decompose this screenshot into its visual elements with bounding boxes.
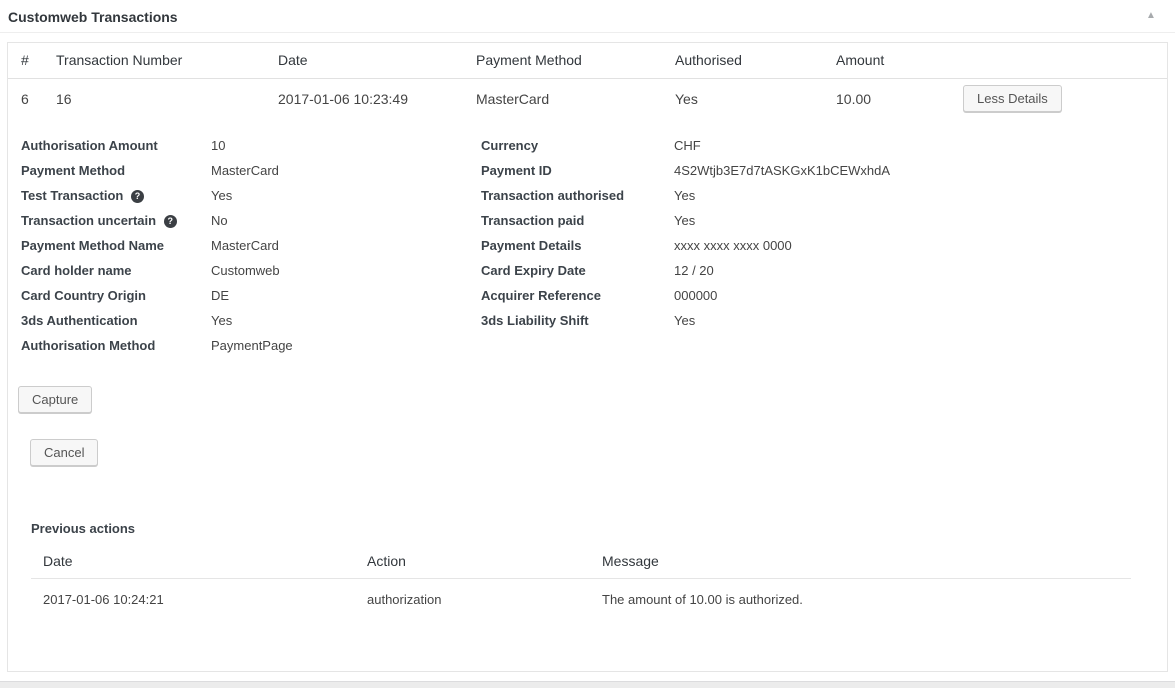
detail-value: PaymentPage bbox=[211, 336, 481, 356]
panel-body: # Transaction Number Date Payment Method… bbox=[0, 33, 1175, 672]
cell-payment-method: MasterCard bbox=[476, 78, 675, 119]
detail-label: Authorisation Amount bbox=[21, 136, 211, 156]
cell-date: 2017-01-06 10:23:49 bbox=[278, 78, 476, 119]
detail-value: Yes bbox=[211, 311, 481, 331]
detail-value: Customweb bbox=[211, 261, 481, 281]
detail-row: Authorisation Method PaymentPage bbox=[21, 336, 1167, 356]
previous-actions-table: Date Action Message 2017-01-06 10:24:21 … bbox=[31, 553, 1131, 607]
page-background-strip bbox=[0, 681, 1175, 688]
cell-transaction-number: 16 bbox=[56, 78, 278, 119]
capture-button-row: Capture bbox=[8, 386, 1167, 413]
prev-cell-action: authorization bbox=[367, 579, 602, 608]
detail-value: No bbox=[211, 211, 481, 231]
cell-amount: 10.00 bbox=[836, 78, 963, 119]
detail-label: Transaction authorised bbox=[481, 186, 674, 206]
detail-row: 3ds Authentication Yes 3ds Liability Shi… bbox=[21, 311, 1167, 331]
col-header-authorised: Authorised bbox=[675, 43, 836, 78]
detail-row: Card Country Origin DE Acquirer Referenc… bbox=[21, 286, 1167, 306]
detail-label: Acquirer Reference bbox=[481, 286, 674, 306]
cell-authorised: Yes bbox=[675, 78, 836, 119]
prev-cell-message: The amount of 10.00 is authorized. bbox=[602, 579, 1131, 608]
transactions-box: # Transaction Number Date Payment Method… bbox=[7, 42, 1168, 672]
detail-label: Transaction paid bbox=[481, 211, 674, 231]
previous-action-row: 2017-01-06 10:24:21 authorization The am… bbox=[31, 579, 1131, 608]
detail-label: Payment Details bbox=[481, 236, 674, 256]
col-header-transaction-number: Transaction Number bbox=[56, 43, 278, 78]
cancel-button-row: Cancel bbox=[8, 439, 1167, 466]
detail-label: Payment Method bbox=[21, 161, 211, 181]
previous-actions-header-row: Date Action Message bbox=[31, 553, 1131, 579]
detail-label: Payment Method Name bbox=[21, 236, 211, 256]
detail-label: Payment ID bbox=[481, 161, 674, 181]
col-header-index: # bbox=[8, 43, 56, 78]
detail-row: Payment Method Name MasterCard Payment D… bbox=[21, 236, 1167, 256]
prev-col-header-action: Action bbox=[367, 553, 602, 579]
detail-value: 12 / 20 bbox=[674, 261, 914, 281]
panel-title: Customweb Transactions bbox=[8, 9, 178, 25]
detail-label: Transaction uncertain ? bbox=[21, 211, 211, 231]
help-icon[interactable]: ? bbox=[131, 190, 144, 203]
col-header-amount: Amount bbox=[836, 43, 963, 78]
capture-button[interactable]: Capture bbox=[18, 386, 92, 413]
detail-row: Transaction uncertain ? No Transaction p… bbox=[21, 211, 1167, 231]
prev-cell-date: 2017-01-06 10:24:21 bbox=[31, 579, 367, 608]
less-details-button[interactable]: Less Details bbox=[963, 85, 1062, 112]
detail-label: Card Country Origin bbox=[21, 286, 211, 306]
prev-col-header-date: Date bbox=[31, 553, 367, 579]
detail-value: Yes bbox=[674, 211, 914, 231]
col-header-payment-method: Payment Method bbox=[476, 43, 675, 78]
detail-label: Test Transaction ? bbox=[21, 186, 211, 206]
cancel-button[interactable]: Cancel bbox=[30, 439, 98, 466]
detail-label: Authorisation Method bbox=[21, 336, 211, 356]
detail-row: Payment Method MasterCard Payment ID 4S2… bbox=[21, 161, 1167, 181]
prev-col-header-message: Message bbox=[602, 553, 1131, 579]
collapse-arrow-icon: ▲ bbox=[1146, 10, 1156, 21]
detail-value: 10 bbox=[211, 136, 481, 156]
detail-value: Yes bbox=[674, 311, 914, 331]
panel-header: Customweb Transactions ▲ bbox=[0, 0, 1175, 33]
cell-index: 6 bbox=[8, 78, 56, 119]
detail-value: 4S2Wtjb3E7d7tASKGxK1bCEWxhdA bbox=[674, 161, 914, 181]
detail-label: Card holder name bbox=[21, 261, 211, 281]
detail-label: 3ds Authentication bbox=[21, 311, 211, 331]
col-header-date: Date bbox=[278, 43, 476, 78]
detail-value: 000000 bbox=[674, 286, 914, 306]
detail-value: MasterCard bbox=[211, 236, 481, 256]
detail-row: Card holder name Customweb Card Expiry D… bbox=[21, 261, 1167, 281]
transactions-table: # Transaction Number Date Payment Method… bbox=[8, 43, 1167, 119]
customweb-transactions-panel: Customweb Transactions ▲ # Transaction N… bbox=[0, 0, 1175, 688]
detail-label-text: Transaction uncertain bbox=[21, 213, 156, 228]
detail-label: Card Expiry Date bbox=[481, 261, 674, 281]
collapse-toggle-button[interactable]: ▲ bbox=[1139, 4, 1163, 28]
transaction-row: 6 16 2017-01-06 10:23:49 MasterCard Yes … bbox=[8, 78, 1167, 119]
detail-row: Test Transaction ? Yes Transaction autho… bbox=[21, 186, 1167, 206]
detail-value: xxxx xxxx xxxx 0000 bbox=[674, 236, 914, 256]
detail-row: Authorisation Amount 10 Currency CHF bbox=[21, 136, 1167, 156]
help-icon[interactable]: ? bbox=[164, 215, 177, 228]
previous-actions-title: Previous actions bbox=[8, 519, 1167, 539]
detail-value: DE bbox=[211, 286, 481, 306]
detail-value: Yes bbox=[211, 186, 481, 206]
detail-value: Yes bbox=[674, 186, 914, 206]
transactions-table-header-row: # Transaction Number Date Payment Method… bbox=[8, 43, 1167, 78]
detail-value: MasterCard bbox=[211, 161, 481, 181]
detail-label: 3ds Liability Shift bbox=[481, 311, 674, 331]
transaction-details: Authorisation Amount 10 Currency CHF Pay… bbox=[8, 136, 1167, 356]
detail-label: Currency bbox=[481, 136, 674, 156]
col-header-actions bbox=[963, 43, 1167, 78]
detail-value: CHF bbox=[674, 136, 914, 156]
detail-label-text: Test Transaction bbox=[21, 188, 123, 203]
